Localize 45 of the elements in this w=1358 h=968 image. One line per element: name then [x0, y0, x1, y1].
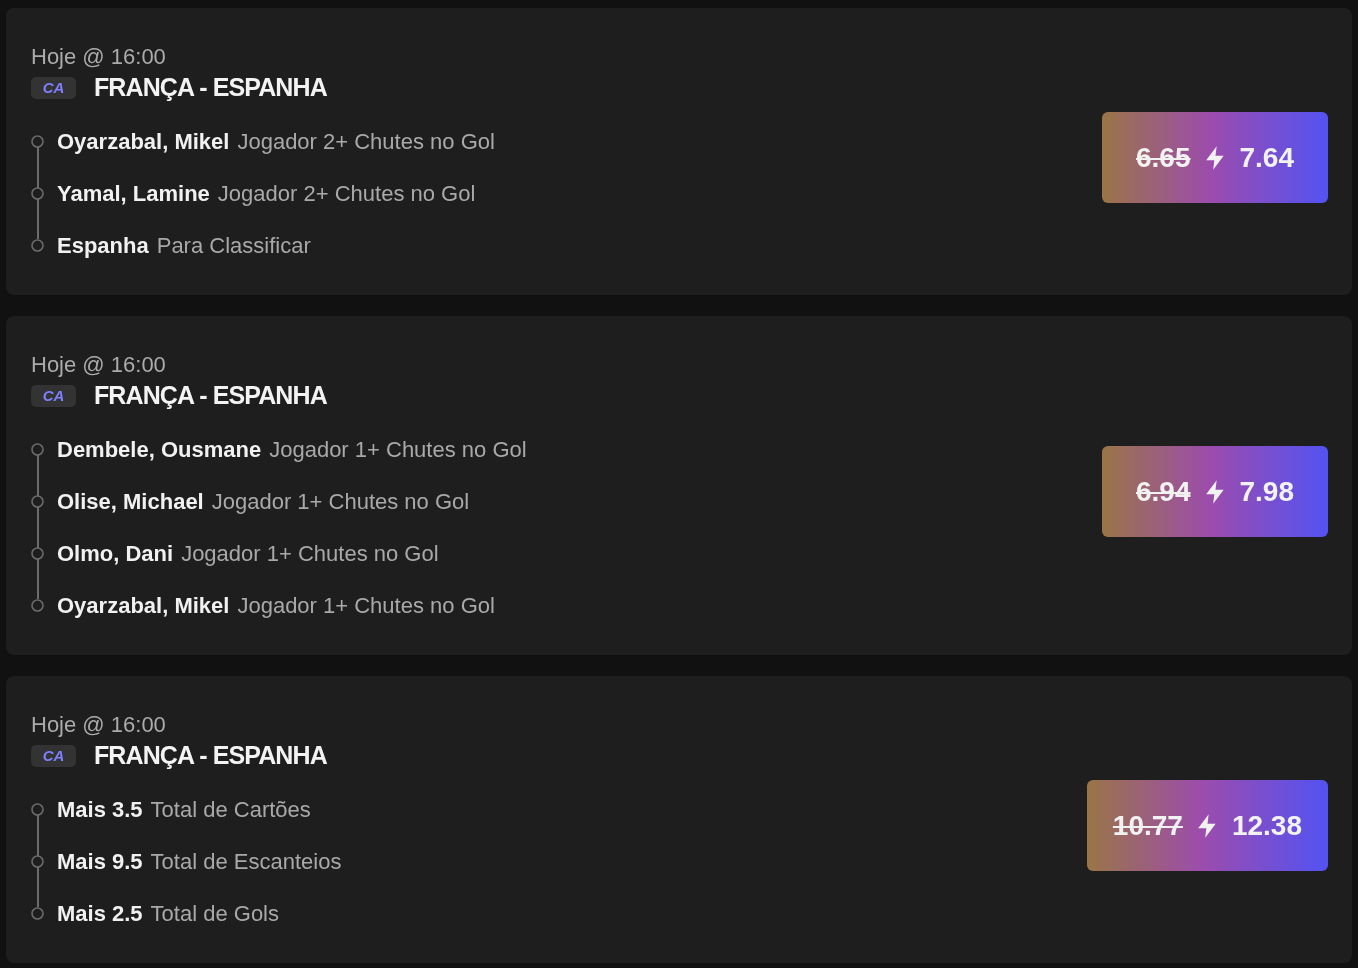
market-name: Jogador 1+ Chutes no Gol: [237, 591, 495, 620]
market-name: Para Classificar: [156, 231, 311, 260]
competition-label: CA: [31, 385, 76, 407]
market-name: Jogador 1+ Chutes no Gol: [269, 435, 527, 464]
selection-name: Olmo, Dani: [57, 539, 174, 568]
circle-icon: [31, 442, 44, 456]
selection-name: Olise, Michael: [57, 487, 204, 516]
match-title: FRANÇA - ESPANHA: [94, 740, 327, 772]
selection-name: Yamal, Lamine: [57, 179, 210, 208]
market-name: Jogador 2+ Chutes no Gol: [217, 179, 476, 208]
selection-name: Mais 3.5: [57, 795, 143, 824]
circle-icon: [31, 906, 44, 920]
circle-icon: [31, 134, 44, 148]
odds-button[interactable]: 6.94 7.98: [1102, 446, 1328, 537]
lightning-bolt-icon: [1204, 479, 1226, 504]
selection-name: Mais 9.5: [57, 847, 143, 876]
circle-icon: [31, 186, 44, 200]
selection-name: Dembele, Ousmane: [57, 435, 262, 464]
circle-icon: [31, 854, 44, 868]
selection-name: Oyarzabal, Mikel: [57, 127, 230, 156]
market-name: Total de Cartões: [150, 795, 311, 824]
selection-name: Mais 2.5: [57, 899, 143, 928]
circle-icon: [31, 598, 44, 612]
competition-label: CA: [31, 77, 76, 99]
competition-label: CA: [31, 745, 76, 767]
circle-icon: [31, 494, 44, 508]
circle-icon: [31, 802, 44, 816]
market-name: Jogador 1+ Chutes no Gol: [211, 487, 470, 516]
match-time: Hoje @ 16:00: [31, 44, 166, 70]
selection-name: Espanha: [57, 231, 149, 260]
match-title: FRANÇA - ESPANHA: [94, 72, 327, 104]
lightning-bolt-icon: [1204, 145, 1226, 170]
match-time: Hoje @ 16:00: [31, 352, 166, 378]
market-name: Total de Escanteios: [150, 847, 342, 876]
market-name: Jogador 2+ Chutes no Gol: [237, 127, 495, 156]
match-time: Hoje @ 16:00: [31, 712, 166, 738]
market-name: Jogador 1+ Chutes no Gol: [181, 539, 439, 568]
odds-button[interactable]: 6.65 7.64: [1102, 112, 1328, 203]
match-title: FRANÇA - ESPANHA: [94, 380, 327, 412]
circle-icon: [31, 546, 44, 560]
market-name: Total de Gols: [150, 899, 279, 928]
odds-button[interactable]: 10.77 12.38: [1086, 780, 1328, 871]
lightning-bolt-icon: [1196, 813, 1218, 838]
selection-name: Oyarzabal, Mikel: [57, 591, 230, 620]
circle-icon: [31, 238, 44, 252]
